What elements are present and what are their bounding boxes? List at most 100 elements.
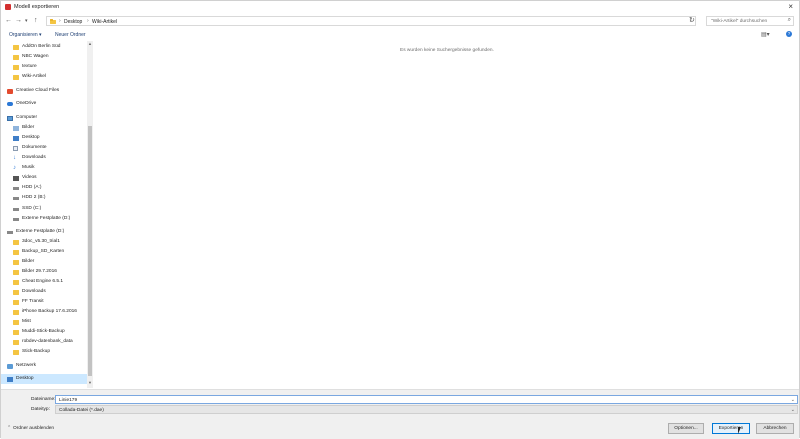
nav-item[interactable]: Netzwerk	[1, 361, 87, 371]
filename-field[interactable]: Linie179 ⌄	[55, 395, 798, 404]
address-row: ← → ▾ ↑ › Desktop › Wiki-Artikel ⌄ ↻ "Wi…	[1, 14, 799, 27]
nav-item[interactable]: texture	[1, 62, 87, 72]
nav-item[interactable]: Computer	[1, 113, 87, 123]
onedrive-icon	[7, 102, 13, 106]
nav-item[interactable]: OneDrive	[1, 99, 87, 109]
nav-item[interactable]: Desktop	[1, 133, 87, 143]
nav-item[interactable]: ↓ Downloads	[1, 153, 87, 163]
nav-item[interactable]: SSD (C:)	[1, 204, 87, 214]
nav-item-label: Muddi-Stick-Backup	[22, 329, 65, 334]
help-icon[interactable]: ?	[786, 31, 792, 37]
window-title: Modell exportieren	[14, 4, 60, 10]
mouse-cursor	[738, 427, 744, 434]
nav-item-label: Bilder	[22, 259, 35, 264]
desktop-icon	[13, 135, 19, 141]
filetype-value: Collada-Datei (*.dae)	[59, 407, 104, 413]
nav-item-label: AddOn Berlin Süd	[22, 44, 61, 49]
nav-item[interactable]: Dokumente	[1, 143, 87, 153]
downloads-icon: ↓	[13, 154, 16, 161]
cancel-button[interactable]: Abbrechen	[756, 423, 794, 434]
address-bar[interactable]: › Desktop › Wiki-Artikel ⌄	[46, 16, 696, 26]
organize-button[interactable]: Organisieren ▾	[9, 32, 42, 38]
nav-item-label: Musik	[22, 165, 35, 170]
nav-item[interactable]: Bilder	[1, 123, 87, 133]
breadcrumb-wiki-artikel[interactable]: Wiki-Artikel	[92, 19, 117, 25]
nav-item[interactable]: Downloads	[1, 287, 87, 297]
nav-item[interactable]: HDD (A:)	[1, 183, 87, 193]
hide-folders-toggle[interactable]: ⌃ Ordner ausblenden	[7, 426, 54, 431]
nav-item[interactable]: 3doc_v5.30_trial1	[1, 237, 87, 247]
nav-item-label: HDD 2 (B:)	[22, 195, 46, 200]
nav-item[interactable]: Bilder	[1, 257, 87, 267]
nav-item-label: SSD (C:)	[22, 206, 42, 211]
folder-icon	[13, 269, 19, 275]
export-button[interactable]: Exportieren	[712, 423, 750, 434]
view-options-icon[interactable]: ▤▾	[761, 31, 770, 38]
nav-item-label: texture	[22, 64, 37, 69]
search-input[interactable]: "Wiki-Artikel" durchsuchen ⌕	[706, 16, 794, 26]
nav-item[interactable]: Stick-Backup	[1, 347, 87, 357]
nav-item[interactable]: Cheat Engine 6.5.1	[1, 277, 87, 287]
nav-item-label: Downloads	[22, 155, 46, 160]
chevron-down-icon[interactable]: ⌄	[791, 397, 795, 403]
nav-item-label: OneDrive	[16, 101, 37, 106]
nav-item-label: Downloads	[22, 289, 46, 294]
nav-item[interactable]: Externe Festplatte (D:)	[1, 227, 87, 237]
filename-label: Dateiname:	[31, 397, 56, 402]
nav-item[interactable]: iPhone Backup 17.6.2016	[1, 307, 87, 317]
back-icon[interactable]: ←	[5, 16, 12, 25]
hide-folders-label: Ordner ausblenden	[13, 426, 55, 431]
search-icon[interactable]: ⌕	[788, 17, 791, 24]
nav-scrollbar[interactable]: ▲ ▼	[87, 41, 93, 388]
file-list[interactable]: Es wurden keine Suchergebnisse gefunden.	[94, 41, 799, 388]
scroll-down-icon[interactable]: ▼	[87, 380, 93, 386]
recent-chevron-icon[interactable]: ▾	[25, 17, 28, 26]
filetype-select[interactable]: Collada-Datei (*.dae) ⌄	[55, 405, 798, 414]
documents-icon	[13, 145, 18, 151]
nav-item[interactable]: Muddi-Stick-Backup	[1, 327, 87, 337]
drive-icon	[13, 187, 19, 190]
nav-item[interactable]: ♪ Musik	[1, 163, 87, 173]
nav-item[interactable]: FF Transit	[1, 297, 87, 307]
nav-item-label: Creative Cloud Files	[16, 88, 60, 93]
folder-icon	[13, 319, 19, 325]
nav-item[interactable]: robdev-datenbank_data	[1, 337, 87, 347]
nav-item-label: FF Transit	[22, 299, 44, 304]
new-folder-button[interactable]: Neuer Ordner	[55, 32, 86, 38]
nav-item[interactable]: Externe Festplatte (D:)	[1, 214, 87, 224]
videos-icon	[13, 175, 19, 181]
nav-item[interactable]: Backup_SD_Karten	[1, 247, 87, 257]
refresh-icon[interactable]: ↻	[689, 16, 695, 24]
nav-item[interactable]: AddOn Berlin Süd	[1, 42, 87, 52]
nav-item-label: Externe Festplatte (D:)	[16, 229, 65, 234]
nav-item-label: Dokumente	[22, 145, 47, 150]
nav-item[interactable]: HDD 2 (B:)	[1, 193, 87, 203]
folder-icon	[13, 239, 19, 245]
chevron-down-icon[interactable]: ⌄	[791, 407, 795, 413]
nav-item[interactable]: Videos	[1, 173, 87, 183]
breadcrumb-desktop[interactable]: Desktop	[64, 19, 82, 25]
options-button[interactable]: Optionen...	[668, 423, 704, 434]
filename-value: Linie179	[59, 397, 78, 403]
forward-icon[interactable]: →	[15, 16, 22, 25]
nav-item[interactable]: NBC Wagen	[1, 52, 87, 62]
nav-item[interactable]: Mist	[1, 317, 87, 327]
nav-item-label: Netzwerk	[16, 363, 36, 368]
scroll-up-icon[interactable]: ▲	[87, 41, 93, 47]
up-icon[interactable]: ↑	[34, 16, 38, 25]
nav-item-label: Videos	[22, 175, 37, 180]
close-icon[interactable]: ×	[788, 2, 793, 12]
nav-item[interactable]: Bilder 29.7.2016	[1, 267, 87, 277]
nav-item-label: HDD (A:)	[22, 185, 42, 190]
nav-item[interactable]: Creative Cloud Files	[1, 86, 87, 96]
network-icon	[7, 363, 13, 369]
nav-item-label: Backup_SD_Karten	[22, 249, 65, 254]
computer-icon	[7, 115, 13, 121]
folder-icon	[13, 64, 19, 70]
desktop-icon	[7, 376, 13, 382]
folder-icon	[13, 279, 19, 285]
nav-item[interactable]: Desktop	[1, 374, 87, 384]
folder-icon	[13, 339, 19, 345]
scroll-thumb[interactable]	[88, 126, 92, 376]
nav-item[interactable]: Wiki-Artikel	[1, 72, 87, 82]
